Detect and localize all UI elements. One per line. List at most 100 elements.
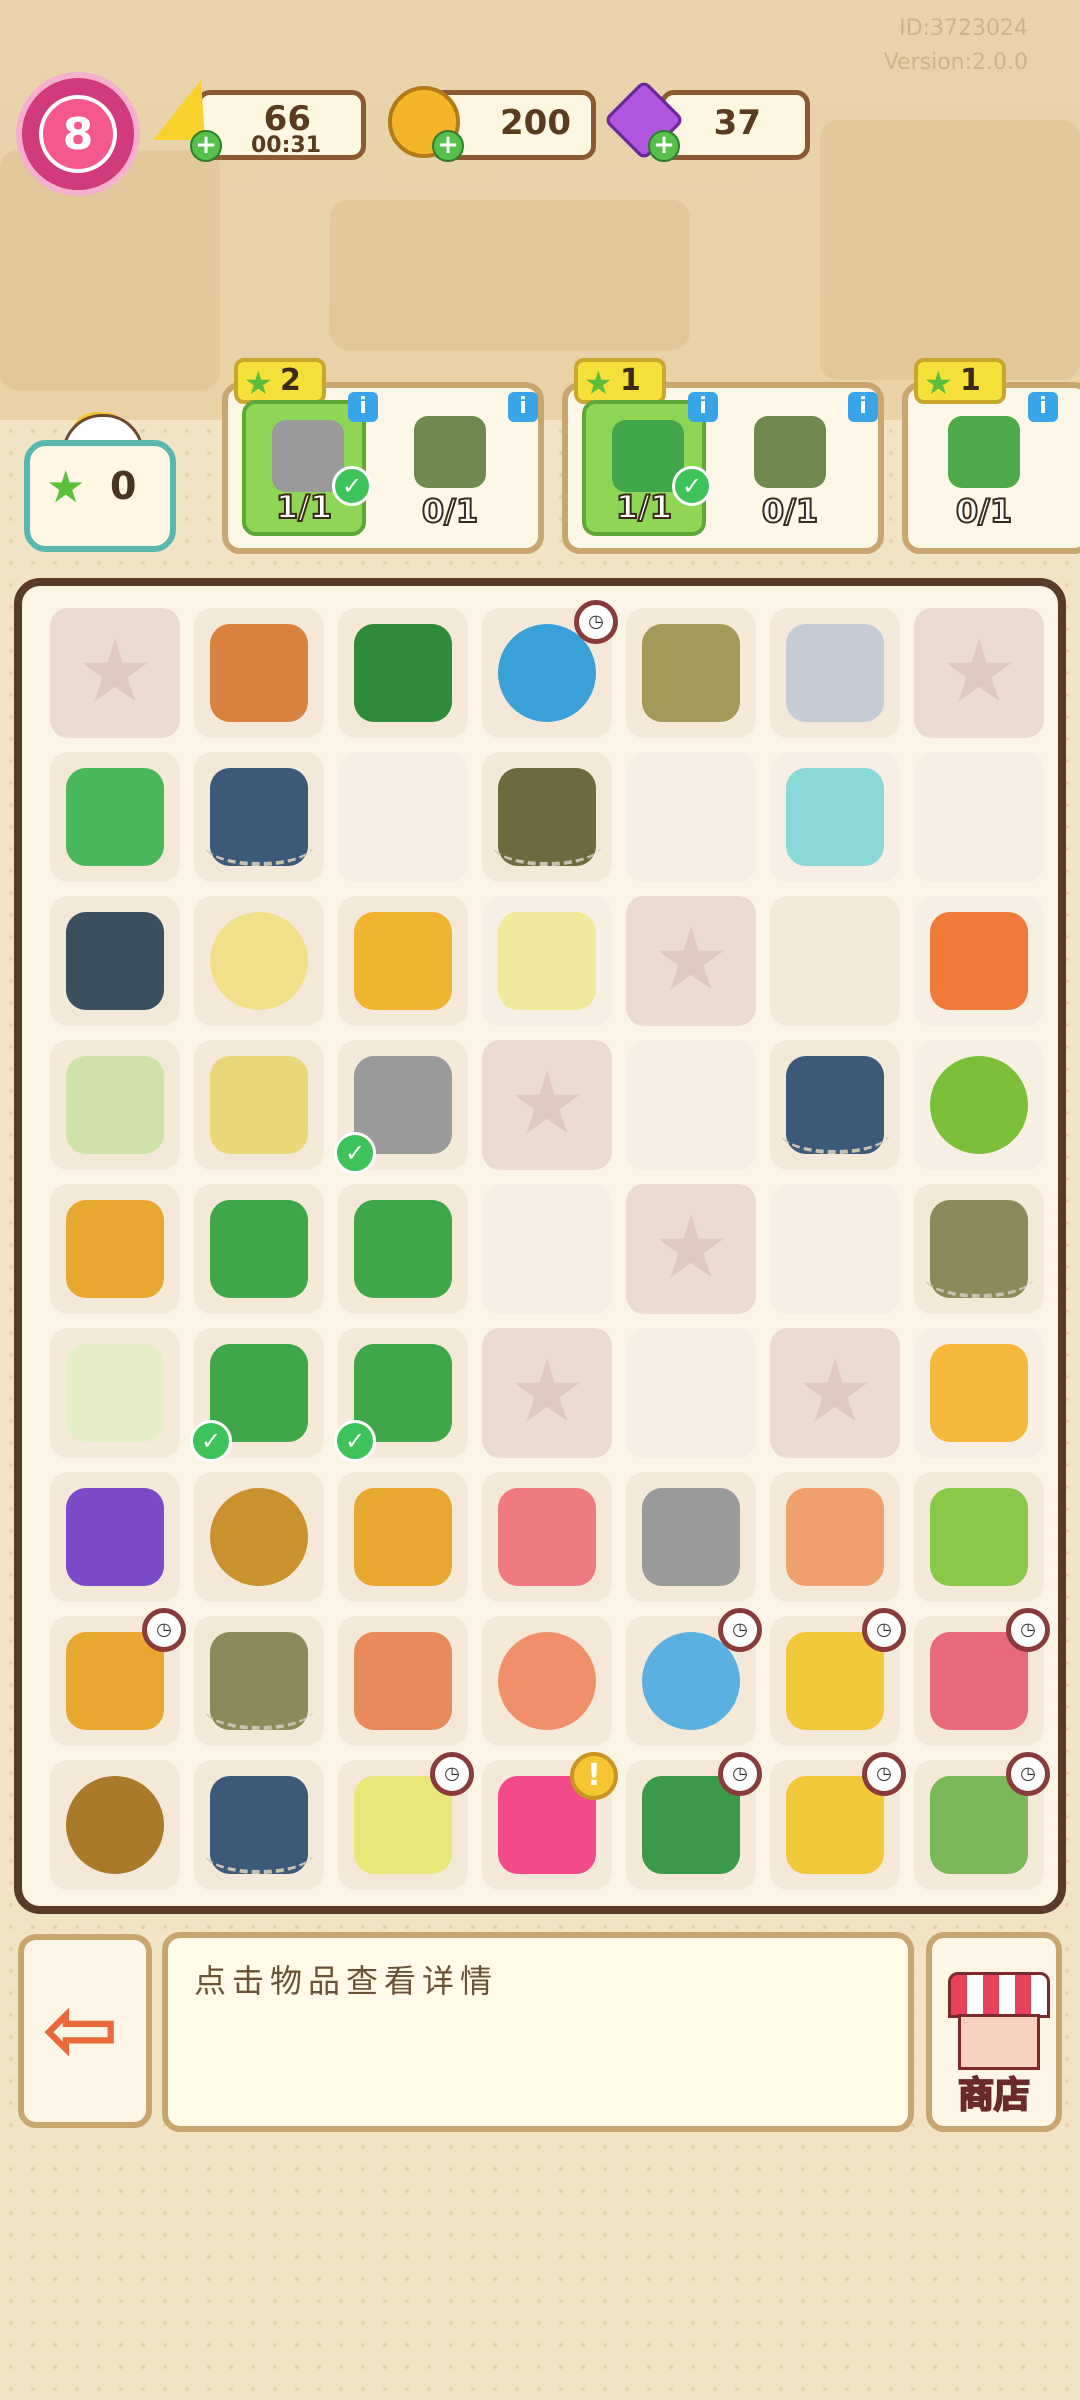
add-energy-button[interactable]: +	[190, 130, 222, 162]
board-cell[interactable]	[338, 896, 468, 1026]
board-cell[interactable]	[914, 896, 1044, 1026]
board-cell[interactable]	[626, 1472, 756, 1602]
info-icon[interactable]: i	[688, 392, 718, 422]
dumbbell-icon	[786, 624, 884, 722]
board-cell[interactable]: ◷	[482, 600, 618, 738]
quest-reward-value: 2	[280, 363, 301, 398]
add-coins-button[interactable]: +	[432, 130, 464, 162]
clay-pot-icon	[210, 624, 308, 722]
board-cell[interactable]: !	[482, 1752, 618, 1890]
kettlebell-icon	[66, 912, 164, 1010]
board-cell[interactable]	[194, 1040, 324, 1170]
board-cell[interactable]	[914, 1040, 1044, 1170]
board-cell[interactable]	[194, 896, 324, 1026]
board-cell-locked[interactable]	[770, 1328, 900, 1458]
board-cell[interactable]	[770, 1040, 900, 1170]
board-cell[interactable]	[914, 1184, 1044, 1314]
board-cell-empty[interactable]	[626, 1328, 756, 1458]
board-cell[interactable]	[338, 1472, 468, 1602]
board-cell-locked[interactable]	[626, 1184, 756, 1314]
board-cell[interactable]: ✓	[334, 1040, 468, 1174]
description-text: 点击物品查看详情	[194, 1962, 499, 2000]
board-cell[interactable]	[914, 1472, 1044, 1602]
quest-card-2[interactable]: ★ 1 ✓ 1/1 i 0/1 i	[562, 358, 884, 554]
quest-reward-value: 1	[960, 363, 981, 398]
shop-button[interactable]: 商店	[926, 1932, 1062, 2132]
exit-button[interactable]: ⇦	[18, 1934, 152, 2128]
info-icon[interactable]: i	[348, 392, 378, 422]
board-cell[interactable]	[770, 1472, 900, 1602]
board-cell[interactable]	[50, 896, 180, 1026]
board-cell-empty[interactable]	[914, 752, 1044, 882]
quest-progress: 0/1	[761, 491, 819, 531]
star-icon: ★	[46, 462, 86, 513]
board-cell-empty[interactable]	[338, 752, 468, 882]
board-cell[interactable]	[194, 1760, 324, 1890]
board-cell[interactable]	[482, 896, 612, 1026]
board-cell[interactable]	[50, 752, 180, 882]
board-cell-empty[interactable]	[482, 1184, 612, 1314]
board-cell[interactable]	[50, 1472, 180, 1602]
board-cell[interactable]	[914, 1328, 1044, 1458]
board-cell-locked[interactable]	[626, 896, 756, 1026]
board-cell-empty[interactable]	[770, 896, 900, 1026]
board-cell[interactable]	[194, 752, 324, 882]
board-cell[interactable]	[482, 1472, 612, 1602]
add-gems-button[interactable]: +	[648, 130, 680, 162]
board-cell[interactable]	[194, 1472, 324, 1602]
board-cell-locked[interactable]	[482, 1040, 612, 1170]
star-icon: ★	[924, 364, 953, 402]
board-cell-locked[interactable]	[50, 608, 180, 738]
board-cell[interactable]: ◷	[770, 1752, 906, 1890]
tape-measure-icon	[354, 912, 452, 1010]
board-cell[interactable]	[50, 1328, 180, 1458]
trowel-icon	[642, 1488, 740, 1586]
board-cell[interactable]	[50, 1184, 180, 1314]
board-cell[interactable]: ◷	[50, 1608, 186, 1746]
board-cell[interactable]: ◷	[626, 1608, 762, 1746]
board-cell[interactable]: ◷	[914, 1608, 1050, 1746]
quest-slot-gloves[interactable]: 0/1	[388, 400, 512, 536]
seed-packet-icon	[930, 1488, 1028, 1586]
level-badge[interactable]: 8	[16, 72, 140, 196]
board-cell[interactable]	[770, 608, 900, 738]
quest-slot-pliers[interactable]: ✓ 1/1	[582, 400, 712, 536]
mallet-icon	[354, 1632, 452, 1730]
quest-card-3[interactable]: ★ 1 0/1 i	[902, 358, 1080, 554]
info-icon[interactable]: i	[1028, 392, 1058, 422]
quest-slot-hose[interactable]: 0/1	[922, 400, 1046, 536]
paper-bag-icon	[354, 1488, 452, 1586]
quest-slot-wrench[interactable]: ✓ 1/1	[242, 400, 372, 536]
board-cell[interactable]	[338, 1616, 468, 1746]
board-cell[interactable]	[50, 1760, 180, 1890]
board-cell-locked[interactable]	[482, 1328, 612, 1458]
board-cell[interactable]	[194, 1616, 324, 1746]
quest-slot-gloves[interactable]: 0/1	[728, 400, 852, 536]
board-cell-empty[interactable]	[626, 1040, 756, 1170]
board-cell-locked[interactable]	[914, 608, 1044, 738]
board-cell[interactable]	[482, 752, 612, 882]
board-cell[interactable]: ◷	[338, 1752, 474, 1890]
board-cell-empty[interactable]	[626, 752, 756, 882]
board-cell[interactable]	[50, 1040, 180, 1170]
board-cell[interactable]	[194, 608, 324, 738]
board-cell[interactable]: ✓	[334, 1328, 468, 1462]
board-cell[interactable]	[338, 608, 468, 738]
rope-coil-icon	[66, 1776, 164, 1874]
board-cell[interactable]: ◷	[626, 1752, 762, 1890]
board-cell[interactable]	[626, 608, 756, 738]
board-cell[interactable]	[338, 1184, 468, 1314]
board-cell-empty[interactable]	[770, 752, 900, 882]
gems-counter[interactable]: 37	[660, 90, 810, 160]
info-icon[interactable]: i	[848, 392, 878, 422]
quest-card-1[interactable]: ★ 2 ✓ 1/1 i 0/1 i	[222, 358, 544, 554]
board-cell[interactable]: ✓	[190, 1328, 324, 1462]
info-icon[interactable]: i	[508, 392, 538, 422]
board-cell[interactable]: ◷	[914, 1752, 1050, 1890]
board-cell[interactable]: ◷	[770, 1608, 906, 1746]
board-cell[interactable]	[482, 1616, 612, 1746]
brochure-icon	[66, 1056, 164, 1154]
board-cell[interactable]	[194, 1184, 324, 1314]
board-cell-empty[interactable]	[770, 1184, 900, 1314]
star-counter[interactable]: ★ 0	[24, 440, 176, 552]
